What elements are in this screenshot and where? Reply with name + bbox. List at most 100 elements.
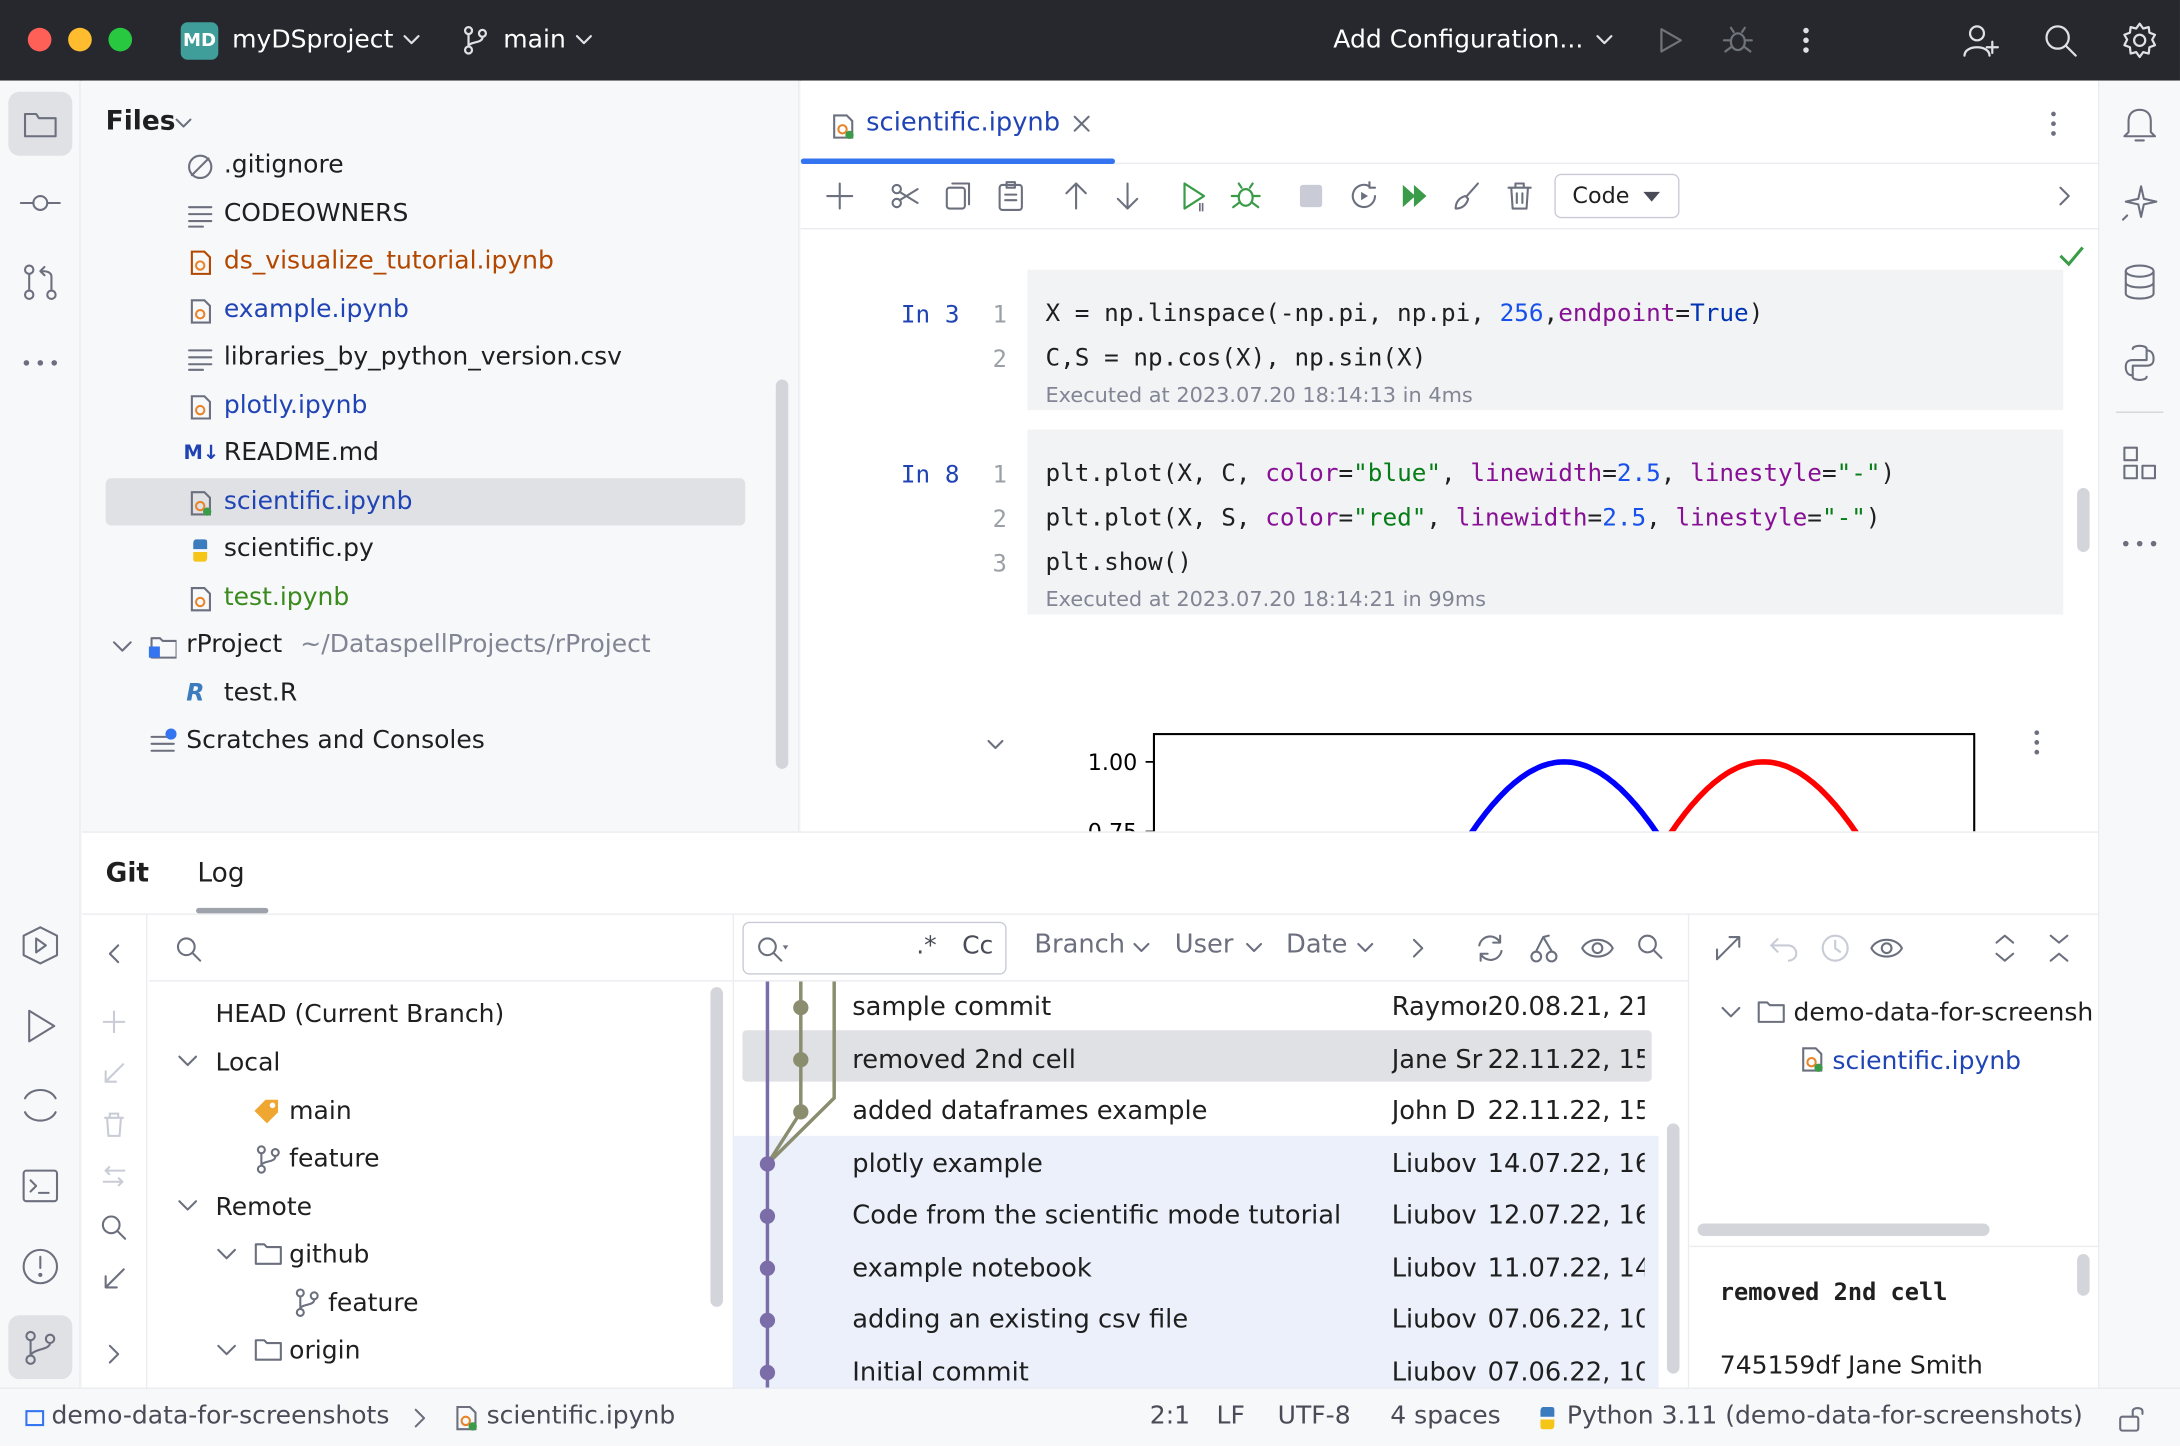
commit-row[interactable]: Initial commit Liubov 07.06.22, 10: bbox=[734, 1347, 1652, 1389]
run-cell-icon[interactable] bbox=[1178, 179, 1211, 212]
problems-icon[interactable] bbox=[19, 1246, 61, 1288]
tree-item[interactable]: .gitignore bbox=[82, 142, 777, 189]
date-filter[interactable]: Date bbox=[1286, 930, 1347, 959]
commit-row[interactable]: removed 2nd cell Jane Sr 22.11.22, 15: bbox=[734, 1034, 1652, 1085]
scrollbar[interactable] bbox=[2077, 487, 2090, 552]
add-user-icon[interactable] bbox=[1962, 22, 2001, 58]
delete-cell-icon[interactable] bbox=[1503, 179, 1536, 212]
restart-kernel-icon[interactable] bbox=[1347, 179, 1380, 212]
tree-item[interactable]: plotly.ipynb bbox=[82, 382, 777, 429]
delete-branch-icon[interactable] bbox=[99, 1109, 130, 1140]
commit-row[interactable]: example notebook Liubov 11.07.22, 14:! bbox=[734, 1242, 1652, 1293]
services-icon[interactable] bbox=[19, 925, 61, 967]
chevron-down-icon[interactable] bbox=[1595, 32, 1614, 49]
changed-file[interactable]: scientific.ipynb bbox=[1832, 1039, 2021, 1086]
scrollbar[interactable] bbox=[1666, 1123, 1680, 1374]
branch-item[interactable]: feature bbox=[289, 1136, 379, 1183]
chevron-down-icon[interactable] bbox=[1356, 940, 1375, 957]
horizontal-scrollbar[interactable] bbox=[1697, 1223, 1990, 1236]
remote-item[interactable]: github bbox=[289, 1232, 369, 1279]
structure-icon[interactable] bbox=[2119, 442, 2161, 484]
cut-icon[interactable] bbox=[888, 179, 921, 212]
indentation[interactable]: 4 spaces bbox=[1390, 1401, 1500, 1430]
chevron-down-icon[interactable] bbox=[111, 633, 139, 661]
move-down-icon[interactable] bbox=[1111, 179, 1144, 212]
ai-assistant-icon[interactable] bbox=[2119, 182, 2161, 224]
revert-icon[interactable] bbox=[1767, 932, 1800, 965]
scrollbar[interactable] bbox=[710, 987, 723, 1307]
branch-group-local[interactable]: Local bbox=[215, 1040, 280, 1087]
chevron-right-icon[interactable] bbox=[104, 1343, 123, 1365]
tree-item[interactable]: ds_visualize_tutorial.ipynb bbox=[82, 238, 777, 285]
git-tool-button[interactable] bbox=[8, 1315, 73, 1380]
breadcrumb-project[interactable]: demo-data-for-screenshots bbox=[51, 1401, 389, 1430]
branch-selector[interactable]: main bbox=[503, 25, 566, 54]
code-line[interactable]: X = np.linspace(-np.pi, np.pi, 256,endpo… bbox=[1046, 300, 1764, 328]
scrollbar[interactable] bbox=[2077, 1254, 2090, 1296]
project-tool-button[interactable] bbox=[8, 91, 73, 156]
compare-icon[interactable] bbox=[99, 1161, 130, 1192]
commit-row[interactable]: sample commit Raymor 20.08.21, 21: bbox=[734, 982, 1652, 1033]
branch-group-remote[interactable]: Remote bbox=[215, 1185, 312, 1232]
run-tool-icon[interactable] bbox=[19, 1005, 61, 1047]
scrollbar[interactable] bbox=[775, 379, 789, 769]
tab-log[interactable]: Log bbox=[197, 858, 244, 889]
copy-icon[interactable] bbox=[941, 179, 974, 212]
collapse-left-icon[interactable] bbox=[104, 943, 123, 965]
close-window-button[interactable] bbox=[27, 27, 52, 52]
line-separator[interactable]: LF bbox=[1217, 1401, 1245, 1430]
code-line[interactable]: C,S = np.cos(X), np.sin(X) bbox=[1046, 345, 1427, 373]
branch-head[interactable]: HEAD (Current Branch) bbox=[215, 991, 504, 1038]
move-up-icon[interactable] bbox=[1059, 179, 1092, 212]
tree-item[interactable]: scientific.py bbox=[82, 526, 777, 573]
file-encoding[interactable]: UTF-8 bbox=[1278, 1401, 1351, 1430]
commit-icon[interactable] bbox=[19, 182, 61, 224]
database-icon[interactable] bbox=[2119, 261, 2161, 303]
expand-collapse-icon[interactable] bbox=[1991, 932, 2019, 965]
settings-gear-icon[interactable] bbox=[2120, 21, 2159, 60]
cell-type-dropdown[interactable]: Code bbox=[1554, 173, 1680, 219]
branch-item[interactable]: feature bbox=[328, 1280, 418, 1327]
project-badge[interactable]: MD bbox=[180, 22, 219, 60]
tree-item-selected[interactable]: scientific.ipynb bbox=[82, 478, 777, 525]
chevron-down-icon[interactable] bbox=[1720, 1004, 1742, 1023]
editor-tab[interactable]: scientific.ipynb bbox=[800, 100, 1118, 165]
project-name[interactable]: myDSproject bbox=[232, 25, 393, 54]
search-history-icon[interactable] bbox=[755, 934, 794, 965]
chevron-down-icon[interactable] bbox=[574, 32, 593, 49]
more-tools-icon[interactable] bbox=[2119, 523, 2161, 565]
code-line[interactable]: plt.plot(X, S, color="red", linewidth=2.… bbox=[1046, 505, 1881, 533]
panel-title[interactable]: Files bbox=[106, 106, 176, 137]
user-filter[interactable]: User bbox=[1175, 930, 1234, 959]
remote-item[interactable]: origin bbox=[289, 1328, 360, 1375]
chevron-down-icon[interactable] bbox=[1132, 940, 1151, 957]
update-icon[interactable] bbox=[99, 1058, 130, 1089]
python-packages-icon[interactable] bbox=[2119, 342, 2161, 384]
python-console-icon[interactable] bbox=[19, 1084, 61, 1126]
python-interpreter[interactable]: Python 3.11 (demo-data-for-screenshots) bbox=[1567, 1401, 2083, 1430]
tree-item[interactable]: libraries_by_python_version.csv bbox=[82, 334, 777, 381]
chevron-down-icon[interactable] bbox=[402, 32, 421, 49]
tree-item[interactable]: CODEOWNERS bbox=[82, 190, 777, 237]
chevron-down-icon[interactable] bbox=[215, 1246, 237, 1265]
minimize-window-button[interactable] bbox=[68, 27, 92, 52]
unlock-icon[interactable] bbox=[2116, 1403, 2147, 1434]
expand-icon[interactable] bbox=[99, 1264, 130, 1295]
collapse-all-icon[interactable] bbox=[2045, 932, 2073, 965]
more-options-icon[interactable] bbox=[2030, 727, 2044, 758]
debug-cell-icon[interactable] bbox=[1229, 179, 1262, 212]
tree-item[interactable]: R test.R bbox=[82, 670, 777, 717]
add-cell-icon[interactable] bbox=[823, 179, 856, 212]
code-line[interactable]: plt.show() bbox=[1046, 549, 1192, 577]
debug-icon[interactable] bbox=[1721, 24, 1754, 57]
run-all-icon[interactable] bbox=[1399, 179, 1432, 212]
search-icon[interactable] bbox=[99, 1212, 130, 1243]
tree-item[interactable]: M↓ README.md bbox=[82, 430, 777, 477]
changed-folder[interactable]: demo-data-for-screensh bbox=[1793, 990, 2093, 1037]
history-icon[interactable] bbox=[1819, 932, 1852, 965]
commit-row[interactable]: adding an existing csv file Liubov 07.06.2… bbox=[734, 1294, 1652, 1345]
chevron-down-icon[interactable] bbox=[177, 1052, 199, 1071]
chevron-down-icon[interactable] bbox=[177, 1197, 199, 1216]
tree-item[interactable]: Scratches and Consoles bbox=[82, 717, 777, 764]
chevron-down-icon[interactable] bbox=[215, 1342, 237, 1361]
